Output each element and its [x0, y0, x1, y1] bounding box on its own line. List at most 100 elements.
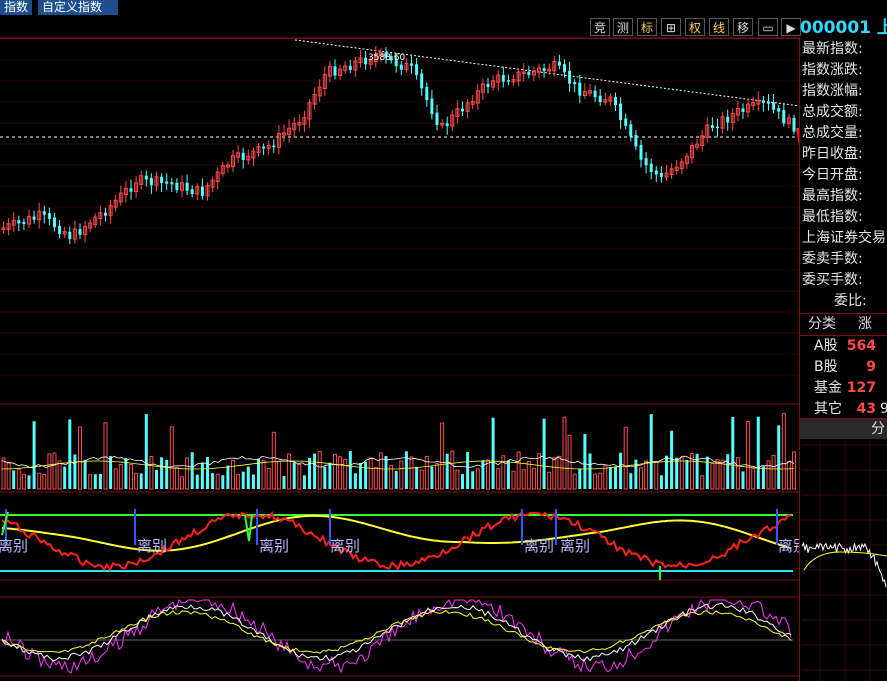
- volume-bar: [440, 422, 445, 490]
- volume-bar: [364, 461, 368, 489]
- volume-bar: [215, 473, 220, 490]
- volume-bar: [63, 466, 67, 489]
- volume-bar: [47, 453, 52, 490]
- volume-bar: [649, 414, 653, 489]
- volume-bar: [368, 457, 373, 490]
- volume-bar: [516, 451, 521, 490]
- divergence-label: 离别: [137, 537, 167, 555]
- volume-bar: [394, 470, 398, 489]
- volume-bar: [271, 431, 276, 490]
- volume-bar: [731, 417, 735, 489]
- candle-down: [42, 211, 46, 215]
- candle-down: [624, 118, 628, 126]
- divergence-label: 离别: [778, 537, 800, 555]
- volume-bar: [583, 434, 587, 489]
- info-panel: 最新指数: 指数涨跌: 指数涨幅: 总成交额: 总成交量: 昨日收盘: 今日开盘: 最高指数:…: [799, 39, 887, 681]
- volume-bar: [777, 425, 781, 489]
- candle-down: [200, 186, 204, 196]
- category-up-count: 43: [856, 401, 876, 417]
- volume-bar: [78, 426, 82, 490]
- volume-bar: [526, 460, 531, 490]
- volume-bar: [756, 416, 760, 489]
- volume-bar: [185, 457, 190, 490]
- volume-bar: [241, 471, 245, 489]
- volume-bar: [1, 457, 6, 490]
- volume-bar: [409, 456, 414, 490]
- volume-bar: [221, 475, 225, 489]
- candle-down: [53, 217, 56, 228]
- candle-down: [578, 82, 582, 96]
- candle-down: [435, 112, 439, 125]
- volume-bar: [37, 472, 42, 490]
- volume-bar: [710, 463, 715, 490]
- candle-down: [262, 146, 266, 149]
- volume-bar: [88, 474, 93, 490]
- volume-bar: [266, 468, 271, 490]
- info-label: 上海证券交易: [802, 230, 886, 246]
- volume-bar: [634, 459, 638, 489]
- candle-down: [777, 108, 781, 112]
- volume-bar: [506, 460, 510, 489]
- volume-bar: [134, 472, 139, 490]
- candle-down: [165, 181, 169, 184]
- category-header-2: 涨: [858, 316, 872, 332]
- candle-down: [425, 86, 429, 101]
- candle-down: [792, 117, 796, 132]
- volume-bar: [751, 468, 756, 490]
- volume-bar: [190, 452, 194, 489]
- volume-bar: [373, 466, 378, 490]
- candle-down: [639, 144, 643, 160]
- candle-down: [32, 216, 36, 220]
- volume-bar: [557, 455, 562, 490]
- candle-down: [710, 125, 714, 129]
- category-name: A股: [814, 338, 838, 354]
- volume-bar: [700, 475, 705, 490]
- candle-down: [170, 182, 174, 185]
- minute-chart-button[interactable]: 分: [800, 419, 887, 439]
- volume-bar: [251, 474, 255, 489]
- candle-down: [241, 152, 245, 160]
- volume-bar: [378, 452, 383, 490]
- category-extra: 9: [880, 401, 887, 417]
- volume-bar: [292, 462, 296, 489]
- volume-bar: [144, 414, 148, 489]
- volume-bar: [531, 467, 536, 490]
- category-name: B股: [814, 359, 838, 375]
- volume-bar: [608, 467, 612, 489]
- indicator-yellow: [1, 514, 792, 552]
- volume-bar: [287, 453, 292, 490]
- volume-bar: [195, 474, 199, 489]
- candle-down: [598, 95, 602, 103]
- volume-bar: [614, 466, 617, 489]
- volume-bar: [52, 452, 57, 490]
- volume-bar: [521, 469, 526, 490]
- volume-bar: [481, 460, 485, 489]
- volume-bar: [169, 426, 174, 490]
- volume-bar: [226, 465, 230, 489]
- candle-down: [568, 70, 572, 84]
- volume-bar: [593, 473, 598, 490]
- info-label: 委买手数:: [802, 272, 863, 288]
- candle-down: [144, 175, 148, 180]
- candle-down: [619, 103, 623, 121]
- volume-bar: [501, 455, 506, 490]
- volume-bar: [317, 451, 322, 490]
- volume-bar: [155, 469, 158, 489]
- candle-down: [772, 102, 776, 110]
- candle-down: [22, 221, 26, 225]
- info-label: 总成交额:: [802, 104, 863, 120]
- volume-bar: [771, 455, 776, 490]
- volume-bar: [542, 418, 546, 489]
- volume-bar: [113, 468, 118, 490]
- info-label: 最新指数:: [802, 41, 863, 57]
- candle-down: [659, 172, 663, 177]
- candle-down: [644, 158, 648, 166]
- volume-bar: [16, 468, 21, 490]
- candle-down: [593, 90, 597, 98]
- volume-bar: [313, 453, 317, 489]
- volume-bar: [302, 475, 306, 489]
- info-label: 今日开盘:: [802, 167, 863, 183]
- kline-chart[interactable]: 3588.60离别离别离别离别离别离别离别: [0, 0, 800, 681]
- volume-bar: [496, 468, 501, 490]
- volume-bar: [786, 460, 791, 490]
